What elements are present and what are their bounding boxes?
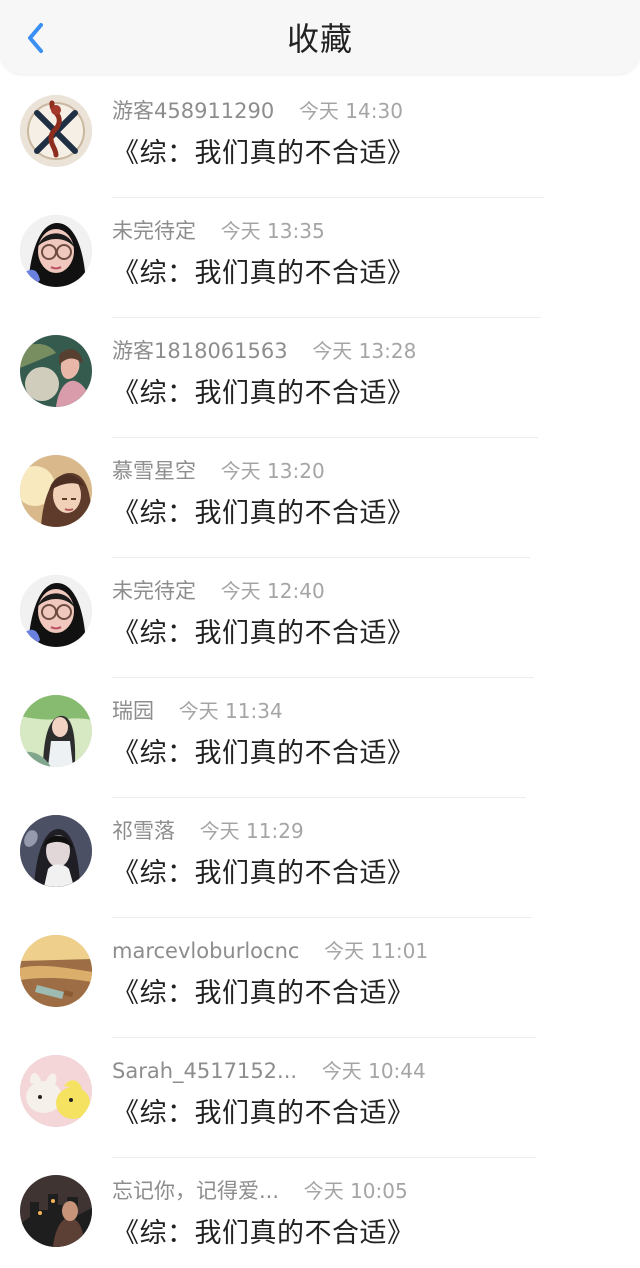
book-title[interactable]: 《综：我们真的不合适》 [112,616,415,652]
username[interactable]: marcevloburlocnc [112,939,299,963]
anime-girl-icon [20,455,92,527]
page-title: 收藏 [286,20,353,58]
night-city-icon [20,1175,92,1247]
favorites-screen: 收藏 游客458911290 今天 14:30 《综：我们真的不合适》 未完待定… [0,0,640,1268]
girl-glasses-avatar[interactable] [20,575,92,647]
list-item[interactable]: 游客458911290 今天 14:30 《综：我们真的不合适》 [0,78,640,198]
night-city-avatar[interactable] [20,1175,92,1247]
book-title[interactable]: 《综：我们真的不合适》 [112,1096,415,1132]
username[interactable]: 祁雪落 [112,819,175,843]
list-item[interactable]: marcevloburlocnc 今天 11:01 《综：我们真的不合适》 [0,918,640,1038]
username[interactable]: Sarah_4517152... [112,1059,297,1083]
timestamp: 今天 11:29 [199,819,304,843]
username[interactable]: 慕雪星空 [112,459,196,483]
list-item[interactable]: 未完待定 今天 12:40 《综：我们真的不合适》 [0,558,640,678]
list-item[interactable]: 忘记你，记得爱... 今天 10:05 《综：我们真的不合适》 [0,1158,640,1268]
list-item[interactable]: Sarah_4517152... 今天 10:44 《综：我们真的不合适》 [0,1038,640,1158]
item-meta: Sarah_4517152... 今天 10:44 [112,1057,426,1085]
list-item[interactable]: 慕雪星空 今天 13:20 《综：我们真的不合适》 [0,438,640,558]
girl-outdoor-avatar[interactable] [20,695,92,767]
bottle-sunset-avatar[interactable] [20,935,92,1007]
username[interactable]: 未完待定 [112,219,196,243]
timestamp: 今天 12:40 [220,579,325,603]
anime-girl-avatar[interactable] [20,455,92,527]
dark-anime-icon [20,815,92,887]
username[interactable]: 游客1818061563 [112,339,288,363]
list-item[interactable]: 未完待定 今天 13:35 《综：我们真的不合适》 [0,198,640,318]
username[interactable]: 游客458911290 [112,99,274,123]
girl-glasses-avatar[interactable] [20,215,92,287]
item-meta: 游客1818061563 今天 13:28 [112,337,416,365]
list-item[interactable]: 祁雪落 今天 11:29 《综：我们真的不合适》 [0,798,640,918]
dark-anime-avatar[interactable] [20,815,92,887]
book-title[interactable]: 《综：我们真的不合适》 [112,376,415,412]
book-title[interactable]: 《综：我们真的不合适》 [112,256,415,292]
timestamp: 今天 11:34 [178,699,283,723]
item-meta: 游客458911290 今天 14:30 [112,97,403,125]
moon-girl-icon [20,335,92,407]
item-meta: 祁雪落 今天 11:29 [112,817,304,845]
item-meta: 瑞园 今天 11:34 [112,697,283,725]
timestamp: 今天 10:44 [321,1059,426,1083]
bottle-sunset-icon [20,935,92,1007]
list-item[interactable]: 游客1818061563 今天 13:28 《综：我们真的不合适》 [0,318,640,438]
top-header: 收藏 [0,0,640,74]
book-title[interactable]: 《综：我们真的不合适》 [112,856,415,892]
item-meta: 未完待定 今天 13:35 [112,217,325,245]
book-title[interactable]: 《综：我们真的不合适》 [112,496,415,532]
crossed-swords-icon [20,95,92,167]
timestamp: 今天 14:30 [298,99,403,123]
username[interactable]: 瑞园 [112,699,154,723]
timestamp: 今天 13:28 [312,339,417,363]
timestamp: 今天 10:05 [303,1179,408,1203]
girl-glasses-icon [20,575,92,647]
toys-icon [20,1055,92,1127]
item-meta: marcevloburlocnc 今天 11:01 [112,937,428,965]
book-title[interactable]: 《综：我们真的不合适》 [112,736,415,772]
timestamp: 今天 13:35 [220,219,325,243]
username[interactable]: 未完待定 [112,579,196,603]
book-title[interactable]: 《综：我们真的不合适》 [112,1216,415,1252]
item-meta: 慕雪星空 今天 13:20 [112,457,325,485]
timestamp: 今天 13:20 [220,459,325,483]
item-meta: 忘记你，记得爱... 今天 10:05 [112,1177,408,1205]
favorites-list: 游客458911290 今天 14:30 《综：我们真的不合适》 未完待定 今天… [0,78,640,1268]
list-item[interactable]: 瑞园 今天 11:34 《综：我们真的不合适》 [0,678,640,798]
crossed-swords-avatar[interactable] [20,95,92,167]
username[interactable]: 忘记你，记得爱... [112,1179,279,1203]
toys-avatar[interactable] [20,1055,92,1127]
item-meta: 未完待定 今天 12:40 [112,577,325,605]
book-title[interactable]: 《综：我们真的不合适》 [112,976,415,1012]
girl-glasses-icon [20,215,92,287]
moon-girl-avatar[interactable] [20,335,92,407]
timestamp: 今天 11:01 [324,939,429,963]
book-title[interactable]: 《综：我们真的不合适》 [112,136,415,172]
girl-outdoor-icon [20,695,92,767]
